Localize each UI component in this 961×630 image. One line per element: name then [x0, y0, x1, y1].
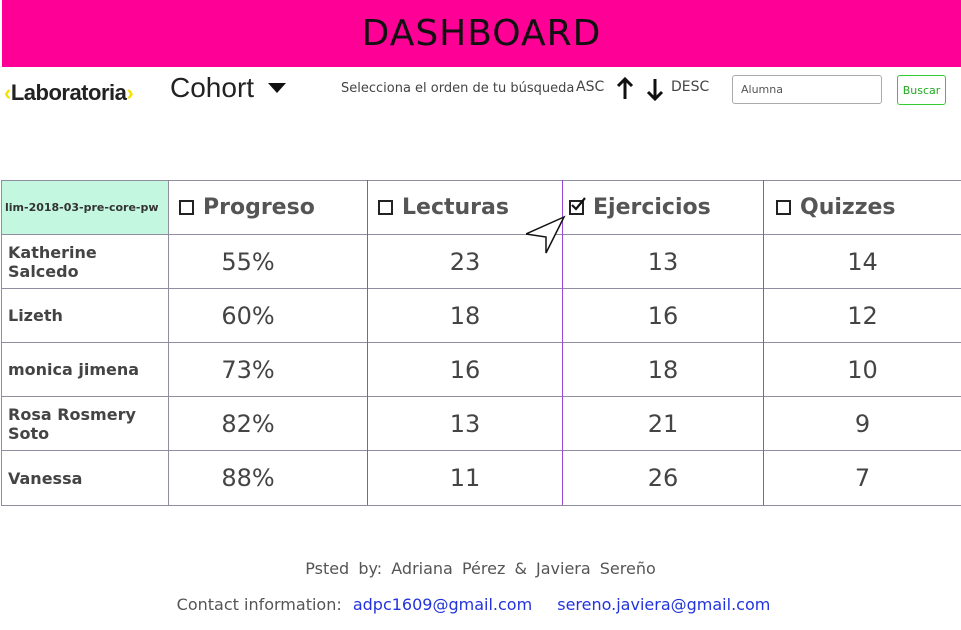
column-header-ejercicios[interactable]: Ejercicios	[562, 180, 764, 235]
by-label: by:	[358, 559, 383, 578]
student-name: Vanessa	[8, 468, 83, 488]
cohort-label: Cohort	[170, 72, 255, 103]
checkmark-icon	[571, 197, 586, 211]
quizzes-value-cell: 10	[763, 342, 961, 397]
column-divider-line	[367, 180, 368, 505]
lecturas-value-cell: 18	[367, 288, 563, 343]
lecturas-value: 23	[449, 247, 481, 276]
page-title: DASHBOARD	[361, 13, 602, 54]
student-name-cell: Rosa Rosmery Soto	[1, 396, 169, 451]
laboratoria-logo: ‹Laboratoria›	[4, 80, 134, 106]
email-link-2[interactable]: sereno.javiera@gmail.com	[557, 595, 770, 614]
arrow-up-icon[interactable]	[615, 77, 635, 101]
quizzes-value: 14	[847, 247, 878, 276]
student-name-cell: Lizeth	[1, 288, 169, 343]
column-header-quizzes[interactable]: Quizzes	[763, 180, 961, 235]
cohort-header-cell: lim-2018-03-pre-core-pw	[1, 180, 169, 235]
quizzes-value-cell: 14	[763, 234, 961, 289]
arrow-down-icon[interactable]	[645, 77, 665, 101]
student-name-cell: Katherine Salcedo	[1, 234, 169, 289]
column-header-progreso[interactable]: Progreso	[168, 180, 368, 235]
quizzes-value-cell: 7	[763, 450, 961, 506]
ejercicios-value: 26	[647, 464, 679, 492]
cohort-name: lim-2018-03-pre-core-pw	[5, 201, 159, 214]
quizzes-value-cell: 12	[763, 288, 961, 343]
column-divider-line	[763, 180, 764, 505]
progreso-value-cell: 88%	[168, 450, 368, 506]
student-name: monica jimena	[8, 360, 140, 379]
student-name-cell: monica jimena	[1, 342, 169, 397]
quizzes-value: 7	[854, 464, 871, 492]
ampersand: &	[514, 559, 527, 578]
ejercicios-value: 18	[647, 355, 679, 384]
ejercicios-value-cell: 16	[562, 288, 764, 343]
caret-down-icon	[268, 83, 287, 93]
quizzes-value: 12	[847, 301, 878, 330]
toolbar: ‹Laboratoria› Cohort Selecciona el orden…	[0, 68, 961, 118]
lecturas-value: 18	[449, 301, 481, 330]
search-button[interactable]: Buscar	[897, 75, 946, 105]
progreso-value: 82%	[221, 409, 275, 438]
author-2: Javiera Sereño	[536, 559, 656, 578]
ejercicios-value-cell: 26	[562, 450, 764, 506]
ejercicios-value: 13	[647, 247, 679, 276]
contact-label: Contact information:	[176, 595, 342, 614]
quizzes-value: 10	[847, 355, 878, 384]
column-label-quizzes: Quizzes	[800, 195, 896, 220]
progreso-value: 88%	[221, 464, 275, 492]
desc-label: DESC	[671, 79, 710, 95]
asc-label: ASC	[576, 79, 605, 95]
order-label: Selecciona el orden de tu búsqueda	[341, 81, 575, 96]
column-label-lecturas: Lecturas	[402, 195, 509, 220]
ejercicios-checkbox[interactable]	[569, 197, 586, 215]
column-label-ejercicios: Ejercicios	[593, 195, 711, 220]
logo-text: Laboratoria	[10, 80, 127, 105]
author-1: Adriana Pérez	[391, 559, 506, 578]
cohort-dropdown[interactable]: Cohort	[170, 72, 287, 104]
lecturas-value: 11	[449, 464, 481, 492]
progreso-value-cell: 55%	[168, 234, 368, 289]
lecturas-value-cell: 13	[367, 396, 563, 451]
quizzes-value-cell: 9	[763, 396, 961, 451]
cursor-arrow-icon	[526, 215, 566, 254]
progreso-value: 60%	[221, 301, 275, 330]
ejercicios-value-cell: 13	[562, 234, 764, 289]
progreso-value: 73%	[221, 355, 275, 384]
ejercicios-value-cell: 21	[562, 396, 764, 451]
logo-bracket-left: ‹	[4, 80, 11, 105]
student-name: Katherine Salcedo	[8, 242, 97, 281]
email-link-1[interactable]: adpc1609@gmail.com	[353, 595, 532, 614]
ejercicios-value-cell: 18	[562, 342, 764, 397]
logo-bracket-right: ›	[126, 80, 134, 105]
student-name-cell: Vanessa	[1, 450, 169, 506]
progreso-value-cell: 82%	[168, 396, 368, 451]
quizzes-value: 9	[854, 409, 871, 438]
search-input[interactable]	[732, 75, 882, 104]
student-name: Lizeth	[8, 306, 63, 325]
ejercicios-value: 16	[647, 301, 679, 330]
students-table: lim-2018-03-pre-core-pw Progreso Lecturas E…	[1, 180, 961, 506]
lecturas-value-cell: 11	[367, 450, 563, 506]
quizzes-checkbox[interactable]	[776, 200, 791, 215]
lecturas-value: 13	[449, 409, 481, 438]
student-name: Rosa Rosmery Soto	[8, 404, 136, 443]
lecturas-checkbox[interactable]	[378, 200, 393, 215]
lecturas-value: 16	[449, 355, 481, 384]
footer-contact: Contact information: adpc1609@gmail.com …	[0, 595, 961, 614]
lecturas-value-cell: 16	[367, 342, 563, 397]
column-label-progreso: Progreso	[203, 195, 315, 220]
progreso-value: 55%	[221, 247, 275, 276]
footer-credits: Psted by: Adriana Pérez & Javiera Sereño	[0, 559, 961, 578]
ejercicios-value: 21	[647, 409, 679, 438]
progreso-checkbox[interactable]	[179, 200, 194, 215]
progreso-value-cell: 60%	[168, 288, 368, 343]
header-banner: DASHBOARD	[2, 0, 961, 67]
progreso-value-cell: 73%	[168, 342, 368, 397]
posted-label: Psted	[305, 559, 350, 578]
